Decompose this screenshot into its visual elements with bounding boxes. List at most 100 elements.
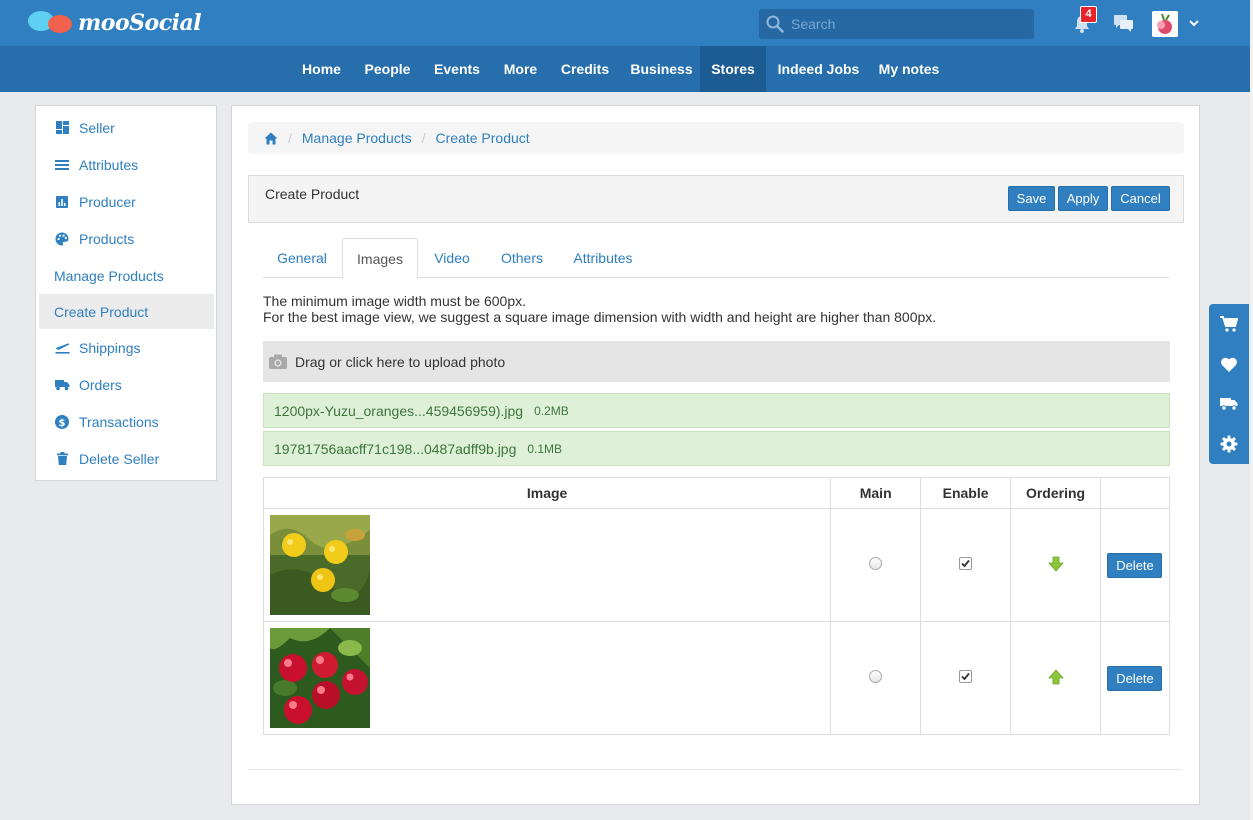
notification-count-badge: 4 xyxy=(1080,6,1097,23)
ordering-cell xyxy=(1010,621,1101,735)
plane-icon xyxy=(49,341,75,354)
info-line-suggestion: For the best image view, we suggest a sq… xyxy=(263,309,937,325)
sidebar-item-products[interactable]: Products xyxy=(39,221,214,256)
nav-item-stores[interactable]: Stores xyxy=(700,46,766,92)
heart-icon[interactable] xyxy=(1219,355,1239,375)
sidebar-item-label: Attributes xyxy=(79,156,139,173)
sidebar-item-delete-seller[interactable]: Delete Seller xyxy=(39,441,214,476)
sidebar-item-label: Seller xyxy=(79,119,115,136)
main-image-radio[interactable] xyxy=(869,557,883,570)
arrow-up-icon[interactable] xyxy=(1047,668,1064,685)
tab-others[interactable]: Others xyxy=(486,238,558,278)
main-panel: / Manage Products / Create Product Creat… xyxy=(231,105,1200,805)
col-header-main: Main xyxy=(830,477,922,509)
nav-item-people[interactable]: People xyxy=(355,46,420,92)
sidebar-item-label: Transactions xyxy=(79,413,159,430)
tab-general[interactable]: General xyxy=(263,238,341,278)
product-images-table: Image Main Enable Ordering Delete Delete xyxy=(262,477,1171,735)
chevron-down-icon[interactable] xyxy=(1188,18,1200,28)
nav-item-my-notes[interactable]: My notes xyxy=(870,46,948,92)
sidebar-item-shippings[interactable]: Shippings xyxy=(39,330,214,365)
checkmark-icon xyxy=(961,559,970,568)
camera-icon xyxy=(269,354,287,369)
nav-item-more[interactable]: More xyxy=(494,46,547,92)
breadcrumb-separator: / xyxy=(288,130,292,146)
col-header-actions xyxy=(1099,477,1171,509)
floating-toolbar xyxy=(1209,304,1249,464)
col-header-image: Image xyxy=(262,477,832,509)
list-icon xyxy=(49,159,75,171)
top-bar: mooSocial 4 xyxy=(0,0,1253,46)
sidebar-item-label: Delete Seller xyxy=(79,450,160,467)
image-cell xyxy=(262,621,832,735)
home-icon[interactable] xyxy=(264,132,278,145)
nav-item-business[interactable]: Business xyxy=(623,46,700,92)
search-input[interactable] xyxy=(791,9,1026,39)
apply-button[interactable]: Apply xyxy=(1058,186,1108,211)
form-header: Create Product Save Apply Cancel xyxy=(248,175,1184,223)
chart-icon xyxy=(49,195,75,208)
sidebar-item-label: Orders xyxy=(79,376,122,393)
search-icon xyxy=(766,15,784,33)
truck-icon[interactable] xyxy=(1219,394,1239,414)
file-size: 0.2MB xyxy=(534,403,569,418)
cancel-button[interactable]: Cancel xyxy=(1111,186,1170,211)
nav-item-credits[interactable]: Credits xyxy=(552,46,618,92)
cart-icon[interactable] xyxy=(1219,314,1239,334)
svg-text:$: $ xyxy=(59,418,66,429)
nav-item-events[interactable]: Events xyxy=(425,46,489,92)
logo-text: mooSocial xyxy=(78,10,202,36)
gear-icon[interactable] xyxy=(1219,434,1239,454)
file-name: 19781756aacff71c198...0487adff9b.jpg xyxy=(274,440,517,457)
breadcrumb: / Manage Products / Create Product xyxy=(248,122,1184,154)
col-header-ordering: Ordering xyxy=(1010,477,1101,509)
delete-image-button[interactable]: Delete xyxy=(1107,552,1163,578)
page-title: Create Product xyxy=(265,186,360,202)
table-row: Delete xyxy=(262,508,1171,622)
uploaded-file-row: 19781756aacff71c198...0487adff9b.jpg 0.1… xyxy=(263,431,1170,466)
sidebar-item-manage-products[interactable]: Manage Products xyxy=(39,258,214,293)
tab-images[interactable]: Images xyxy=(342,238,418,279)
nav-item-indeed-jobs[interactable]: Indeed Jobs xyxy=(771,46,866,92)
sidebar-item-label: Products xyxy=(79,230,135,247)
logo[interactable]: mooSocial xyxy=(28,9,202,37)
main-cell xyxy=(830,508,922,622)
delete-image-button[interactable]: Delete xyxy=(1107,665,1163,691)
actions-cell: Delete xyxy=(1099,508,1171,622)
tab-video[interactable]: Video xyxy=(420,238,484,278)
sidebar-item-producer[interactable]: Producer xyxy=(39,184,214,219)
product-thumbnail-acerola xyxy=(270,628,370,728)
search-box[interactable] xyxy=(759,9,1034,39)
sidebar-item-transactions[interactable]: $ Transactions xyxy=(39,404,214,439)
main-cell xyxy=(830,621,922,735)
tab-attributes[interactable]: Attributes xyxy=(560,238,646,278)
enable-checkbox[interactable] xyxy=(959,670,973,683)
main-image-radio[interactable] xyxy=(869,670,883,683)
file-name: 1200px-Yuzu_oranges...459456959).jpg xyxy=(274,402,524,419)
seller-sidebar: Seller Attributes Producer Products Mana… xyxy=(35,105,217,481)
photo-upload-dropzone[interactable]: Drag or click here to upload photo xyxy=(263,341,1170,382)
breadcrumb-create-product[interactable]: Create Product xyxy=(436,130,530,146)
sidebar-item-label: Create Product xyxy=(54,303,149,320)
dashboard-icon xyxy=(49,121,75,134)
breadcrumb-manage-products[interactable]: Manage Products xyxy=(302,130,412,146)
dollar-icon: $ xyxy=(49,414,75,429)
sidebar-item-seller[interactable]: Seller xyxy=(39,110,214,145)
image-cell xyxy=(262,508,832,622)
sidebar-item-orders[interactable]: Orders xyxy=(39,367,214,402)
nav-item-home[interactable]: Home xyxy=(291,46,352,92)
table-row: Delete xyxy=(262,621,1171,735)
arrow-down-icon[interactable] xyxy=(1047,556,1064,572)
actions-cell: Delete xyxy=(1099,621,1171,735)
enable-checkbox[interactable] xyxy=(959,557,973,570)
chat-icon[interactable] xyxy=(1114,14,1134,34)
breadcrumb-separator: / xyxy=(421,130,426,146)
sidebar-item-attributes[interactable]: Attributes xyxy=(39,147,214,182)
sidebar-item-label: Shippings xyxy=(79,339,141,356)
main-nav: Home People Events More Credits Business… xyxy=(0,46,1253,92)
divider xyxy=(248,769,1182,770)
sidebar-item-create-product[interactable]: Create Product xyxy=(39,294,214,329)
save-button[interactable]: Save xyxy=(1008,186,1055,211)
product-thumbnail-yuzu xyxy=(270,515,370,615)
avatar[interactable] xyxy=(1152,11,1178,37)
